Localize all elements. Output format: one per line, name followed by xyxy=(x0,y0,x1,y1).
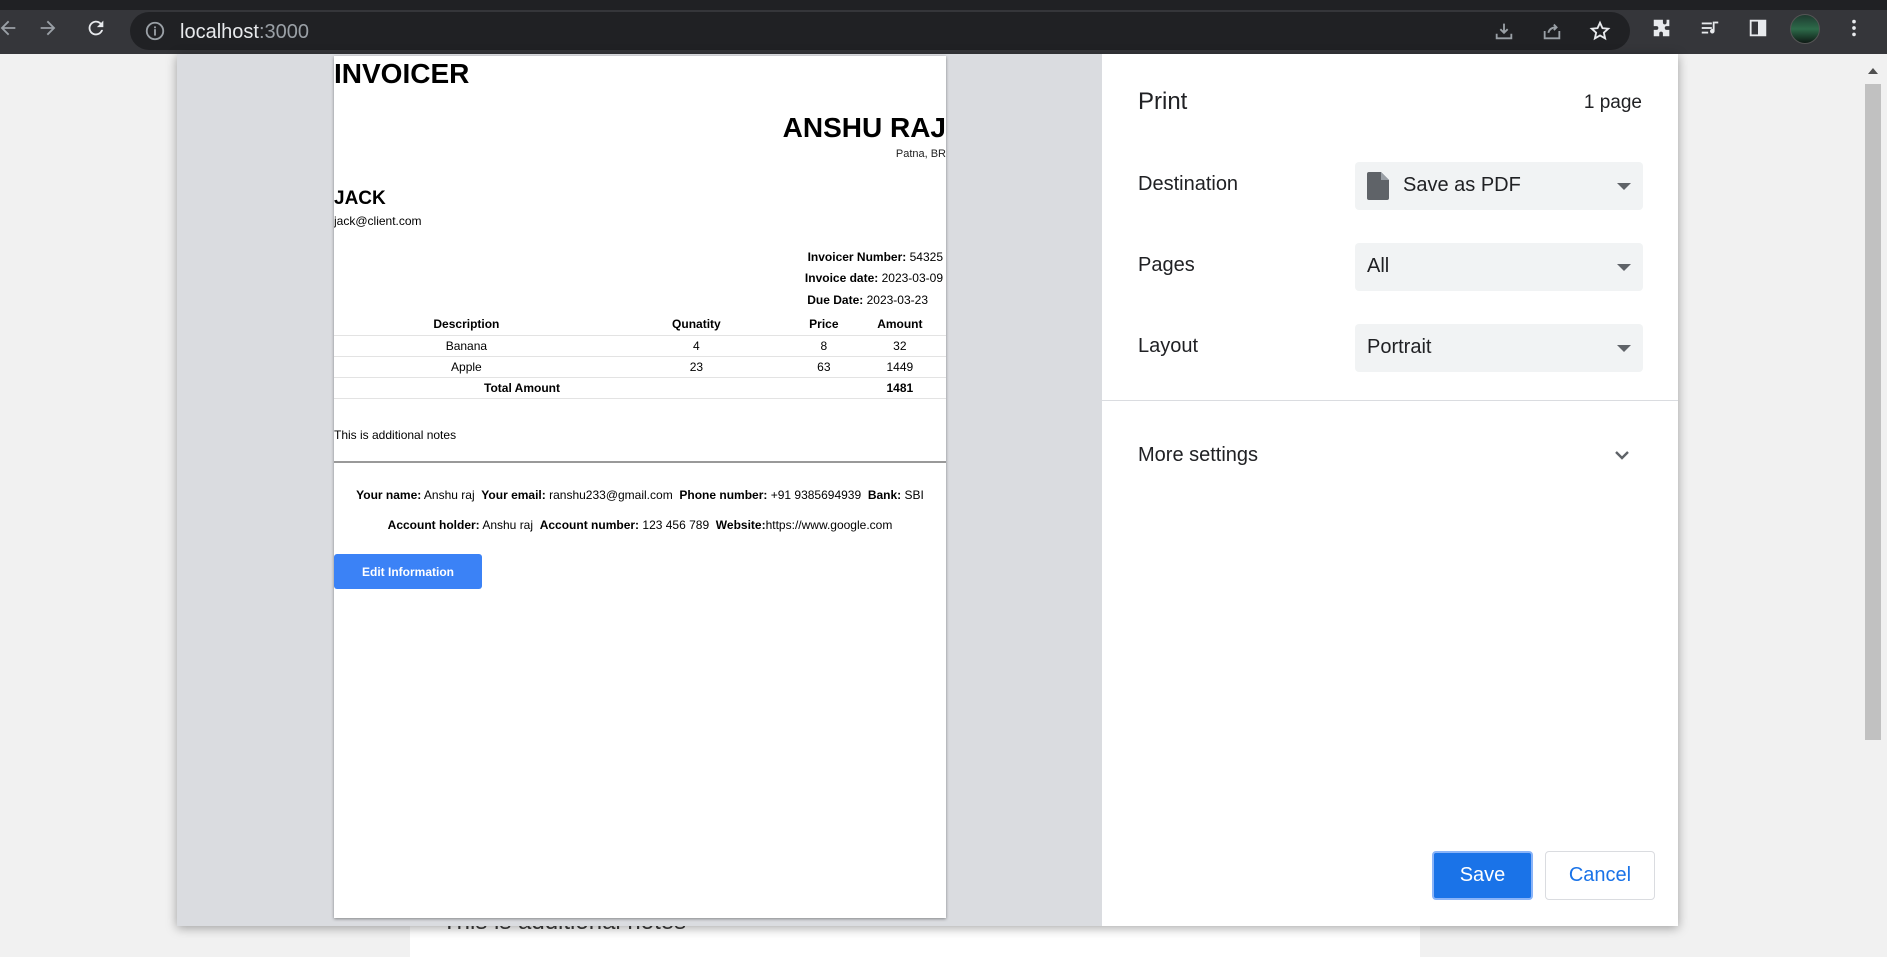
table-cell: 4 xyxy=(598,335,794,357)
share-icon[interactable] xyxy=(1538,17,1566,45)
footer-divider xyxy=(334,461,946,463)
browser-toolbar: localhost:3000 xyxy=(0,0,1887,54)
footer-line-2: Account holder: Anshu raj Account number… xyxy=(334,518,946,532)
footer-line-1: Your name: Anshu raj Your email: ranshu2… xyxy=(334,488,946,502)
print-dialog: INVOICER ANSHU RAJ Patna, BR JACK jack@c… xyxy=(177,54,1678,926)
invoice-date: Invoice date: 2023-03-09 xyxy=(805,271,943,285)
bank-label: Bank: xyxy=(867,488,902,502)
column-header: Qunatity xyxy=(598,314,794,336)
table-cell: Apple xyxy=(334,356,599,378)
total-label: Total Amount xyxy=(334,377,794,399)
dropdown-arrow-icon xyxy=(1617,183,1631,190)
client-name: JACK xyxy=(334,188,386,209)
table-cell: 8 xyxy=(793,335,854,357)
due-date: Due Date: 2023-03-23 xyxy=(807,293,928,307)
invoice-date-label: Invoice date: xyxy=(804,271,879,285)
dropdown-arrow-icon xyxy=(1617,264,1631,271)
address-bar[interactable]: localhost:3000 xyxy=(130,12,1630,50)
media-icon[interactable] xyxy=(1696,14,1724,42)
star-icon[interactable] xyxy=(1586,17,1614,45)
profile-avatar[interactable] xyxy=(1790,14,1820,44)
destination-value: Save as PDF xyxy=(1403,174,1521,196)
invoice-number-value: 54325 xyxy=(909,250,943,264)
phone-value: +91 9385694939 xyxy=(770,488,862,502)
table-cell: 1449 xyxy=(853,356,946,378)
url-text: localhost:3000 xyxy=(180,21,309,44)
install-icon[interactable] xyxy=(1490,17,1518,45)
invoice-notes: This is additional notes xyxy=(334,428,457,442)
layout-value: Portrait xyxy=(1367,336,1432,358)
table-cell: Banana xyxy=(334,335,599,357)
settings-divider xyxy=(1102,400,1678,401)
print-preview-area: INVOICER ANSHU RAJ Patna, BR JACK jack@c… xyxy=(177,54,1102,926)
table-cell: 23 xyxy=(598,356,794,378)
chevron-down-icon[interactable] xyxy=(1612,445,1632,465)
invoice-number: Invoicer Number: 54325 xyxy=(808,250,943,264)
scrollbar-thumb[interactable] xyxy=(1865,84,1881,740)
column-header: Description xyxy=(334,314,599,336)
reload-icon[interactable] xyxy=(82,14,110,42)
destination-label: Destination xyxy=(1138,173,1239,195)
save-button[interactable]: Save xyxy=(1432,851,1533,900)
account-label: Account number: xyxy=(539,518,640,532)
bank-value: SBI xyxy=(904,488,924,502)
name-value: Anshu raj xyxy=(423,488,475,502)
account-value: 123 456 789 xyxy=(642,518,710,532)
destination-select[interactable]: Save as PDF xyxy=(1355,162,1643,210)
dropdown-arrow-icon xyxy=(1617,345,1631,352)
file-icon xyxy=(1367,172,1389,200)
page-scrollbar[interactable] xyxy=(1860,54,1887,957)
print-title: Print xyxy=(1138,88,1188,115)
invoice-title: INVOICER xyxy=(334,58,470,89)
layout-label: Layout xyxy=(1138,335,1199,357)
page-count: 1 page xyxy=(1583,92,1642,113)
total-value: 1481 xyxy=(853,377,946,399)
email-label: Your email: xyxy=(481,488,546,502)
website-label: Website: xyxy=(715,518,766,532)
name-label: Your name: xyxy=(356,488,422,502)
menu-icon[interactable] xyxy=(1840,14,1868,42)
column-header: Price xyxy=(793,314,854,336)
items-table: Description Qunatity Price Amount Banana… xyxy=(334,314,946,399)
due-date-value: 2023-03-23 xyxy=(866,293,928,307)
print-settings-panel: Print 1 page Destination Save as PDF Pag… xyxy=(1102,54,1678,926)
more-settings-toggle[interactable]: More settings xyxy=(1138,444,1258,467)
pages-value: All xyxy=(1367,255,1390,277)
forward-icon[interactable] xyxy=(34,14,62,42)
sidepanel-icon[interactable] xyxy=(1744,14,1772,42)
sender-name: ANSHU RAJ xyxy=(782,112,946,143)
cancel-button[interactable]: Cancel xyxy=(1545,851,1655,900)
url-port: :3000 xyxy=(258,21,309,43)
layout-select[interactable]: Portrait xyxy=(1355,324,1643,372)
pages-select[interactable]: All xyxy=(1355,243,1643,291)
back-icon[interactable] xyxy=(0,14,22,42)
table-row: Apple 23 63 1449 xyxy=(334,356,946,378)
preview-page: INVOICER ANSHU RAJ Patna, BR JACK jack@c… xyxy=(334,56,946,918)
scroll-up-icon[interactable] xyxy=(1868,68,1878,74)
client-email: jack@client.com xyxy=(334,214,422,228)
column-header: Amount xyxy=(853,314,946,336)
email-value: ranshu233@gmail.com xyxy=(549,488,673,502)
phone-label: Phone number: xyxy=(679,488,768,502)
invoice-number-label: Invoicer Number: xyxy=(807,250,907,264)
holder-value: Anshu raj xyxy=(482,518,534,532)
pages-label: Pages xyxy=(1138,254,1195,276)
tab-strip xyxy=(0,0,1887,10)
holder-label: Account holder: xyxy=(387,518,480,532)
extensions-icon[interactable] xyxy=(1648,14,1676,42)
table-cell: 63 xyxy=(793,356,854,378)
sender-city: Patna, BR xyxy=(895,148,946,160)
table-header-row: Description Qunatity Price Amount xyxy=(334,314,946,336)
total-row: Total Amount 1481 xyxy=(334,377,946,399)
due-date-label: Due Date: xyxy=(807,293,864,307)
website-value: https://www.google.com xyxy=(765,518,893,532)
invoice-date-value: 2023-03-09 xyxy=(881,271,943,285)
edit-information-button: Edit Information xyxy=(334,554,482,589)
table-cell: 32 xyxy=(853,335,946,357)
empty-cell xyxy=(793,377,854,399)
url-host: localhost xyxy=(180,21,259,43)
info-icon[interactable] xyxy=(144,20,166,42)
table-row: Banana 4 8 32 xyxy=(334,335,946,357)
